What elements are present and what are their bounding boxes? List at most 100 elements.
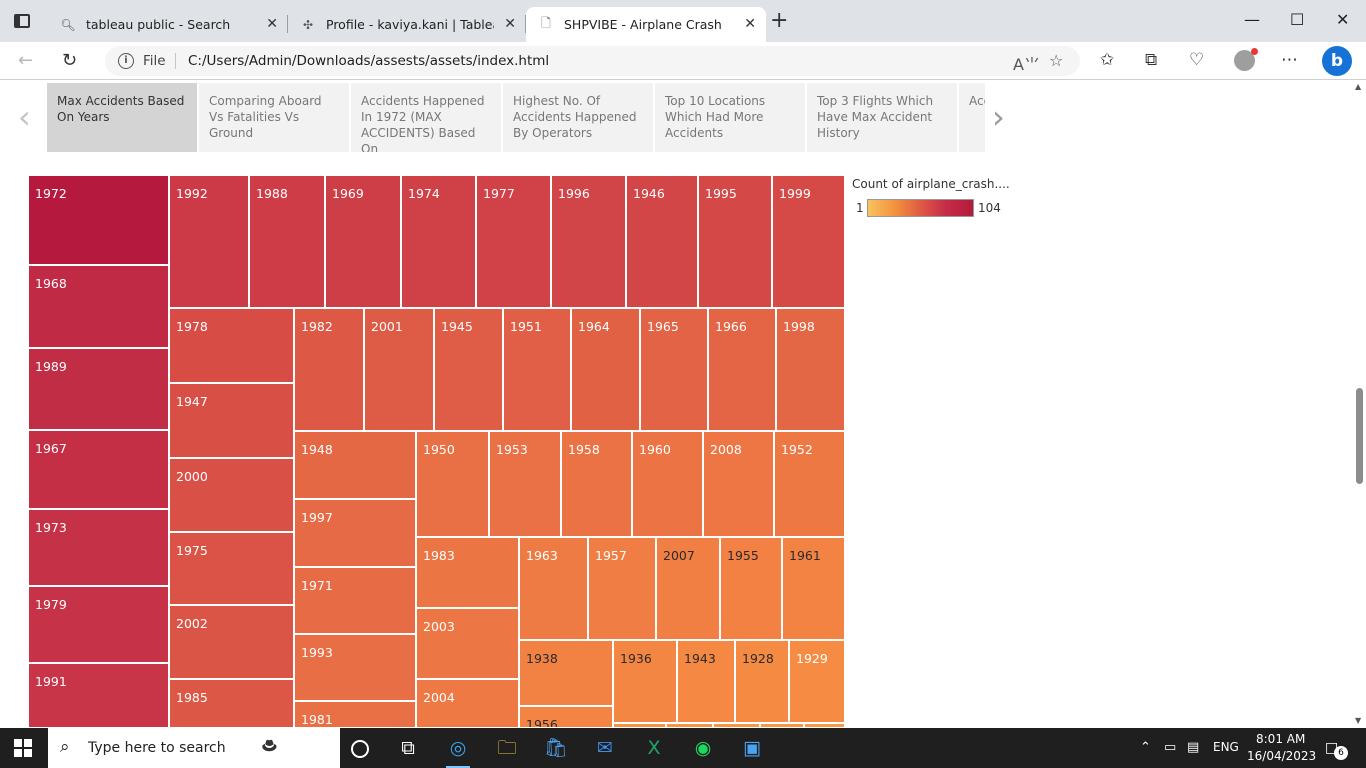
clock-date[interactable]: 16/04/2023 (1247, 749, 1316, 763)
treemap-cell-1961[interactable]: 1961 (782, 537, 845, 640)
profile-avatar[interactable] (1234, 48, 1258, 71)
treemap-cell-2003[interactable]: 2003 (416, 608, 519, 679)
story-point-2[interactable]: Comparing Aboard Vs Fatalities Vs Ground (199, 83, 349, 152)
treemap-cell-1985[interactable]: 1985 (169, 679, 294, 727)
treemap-cell-2002[interactable]: 2002 (169, 605, 294, 679)
treemap-cell-1960[interactable]: 1960 (632, 431, 703, 537)
new-tab-button[interactable]: + (770, 10, 788, 32)
tray-chevron-icon[interactable]: ⌃ (1140, 740, 1151, 755)
treemap-cell-2007[interactable]: 2007 (656, 537, 720, 640)
treemap-cell-1993[interactable]: 1993 (294, 634, 416, 701)
treemap-cell-1958[interactable]: 1958 (561, 431, 632, 537)
treemap-cell-1998[interactable]: 1998 (776, 308, 845, 431)
info-icon[interactable]: i (118, 53, 134, 69)
treemap-cell-1999[interactable]: 1999 (772, 175, 845, 308)
scroll-up-icon[interactable]: ▲ (1355, 82, 1361, 91)
story-point-5[interactable]: Top 10 Locations Which Had More Accident… (655, 83, 805, 152)
treemap-cell-1983[interactable]: 1983 (416, 537, 519, 608)
more-menu-icon[interactable]: ⋯ (1281, 50, 1298, 70)
address-bar[interactable]: i File C:/Users/Admin/Downloads/assests/… (105, 46, 1080, 76)
treemap-cell-1957[interactable]: 1957 (588, 537, 656, 640)
browser-tab-profile[interactable]: ✣ Profile - kaviya.kani | Tableau Pub ✕ (288, 7, 526, 42)
story-point-7[interactable]: Accidents Regarding (959, 83, 985, 152)
treemap-cell-1977[interactable]: 1977 (476, 175, 551, 308)
treemap-cell[interactable] (713, 723, 760, 727)
treemap-cell-1997[interactable]: 1997 (294, 499, 416, 567)
file-explorer-icon[interactable]: 🗀︎ (493, 734, 521, 762)
treemap-cell-1955[interactable]: 1955 (720, 537, 782, 640)
treemap-cell-1964[interactable]: 1964 (571, 308, 640, 431)
browser-tab-airplane-crash[interactable]: 🗋 SHPVIBE - Airplane Crash ✕ (526, 7, 766, 42)
treemap-cell-2004[interactable]: 2004 (416, 679, 519, 727)
treemap-cell[interactable] (666, 723, 713, 727)
back-icon[interactable]: ← (18, 50, 33, 71)
treemap-cell-1929[interactable]: 1929 (789, 640, 845, 723)
treemap-cell-1982[interactable]: 1982 (294, 308, 364, 431)
favorites-icon[interactable]: ✩ (1100, 50, 1114, 70)
treemap-cell-1945[interactable]: 1945 (434, 308, 503, 431)
treemap-cell-1965[interactable]: 1965 (640, 308, 708, 431)
treemap-cell-1988[interactable]: 1988 (249, 175, 325, 308)
treemap-cell-1966[interactable]: 1966 (708, 308, 776, 431)
treemap-cell-1943[interactable]: 1943 (677, 640, 735, 723)
treemap-cell-1973[interactable]: 1973 (28, 509, 169, 586)
treemap-cell-2000[interactable]: 2000 (169, 458, 294, 532)
story-prev-icon[interactable]: ‹ (18, 98, 31, 136)
treemap-cell[interactable] (613, 723, 666, 727)
treemap-cell[interactable] (804, 723, 845, 727)
treemap-cell-1971[interactable]: 1971 (294, 567, 416, 634)
task-view-icon[interactable]: ⧉ (394, 734, 422, 762)
treemap-cell[interactable] (760, 723, 804, 727)
treemap-cell-1992[interactable]: 1992 (169, 175, 249, 308)
treemap-cell-1963[interactable]: 1963 (519, 537, 588, 640)
page-scrollbar[interactable]: ▲ ▼ (1352, 80, 1366, 727)
clock-time[interactable]: 8:01 AM (1256, 732, 1305, 746)
treemap-cell-1979[interactable]: 1979 (28, 586, 169, 663)
treemap-cell-1981[interactable]: 1981 (294, 701, 416, 727)
collections-icon[interactable]: ⧉ (1145, 50, 1157, 70)
cortana-icon[interactable] (351, 740, 369, 758)
maximize-icon[interactable]: ☐ (1290, 10, 1304, 29)
story-point-4[interactable]: Highest No. Of Accidents Happened By Ope… (503, 83, 653, 152)
photos-icon[interactable]: ▣ (738, 734, 766, 762)
treemap-cell-1951[interactable]: 1951 (503, 308, 571, 431)
story-point-1[interactable]: Max Accidents Based On Years (47, 83, 197, 152)
treemap-cell-1995[interactable]: 1995 (698, 175, 772, 308)
treemap-cell-1972[interactable]: 1972 (28, 175, 169, 265)
story-point-3[interactable]: Accidents Happened In 1972 (MAX ACCIDENT… (351, 83, 501, 152)
treemap-cell-1952[interactable]: 1952 (774, 431, 845, 537)
read-aloud-icon[interactable]: A⺌ (1013, 51, 1040, 75)
treemap-cell-1928[interactable]: 1928 (735, 640, 789, 723)
treemap-cell-1968[interactable]: 1968 (28, 265, 169, 348)
url-text[interactable]: C:/Users/Admin/Downloads/assests/assets/… (188, 53, 549, 69)
treemap-cell-2001[interactable]: 2001 (364, 308, 434, 431)
close-icon[interactable]: ✕ (504, 16, 516, 32)
treemap-cell-1948[interactable]: 1948 (294, 431, 416, 499)
scroll-down-icon[interactable]: ▼ (1355, 716, 1361, 725)
treemap-cell-1975[interactable]: 1975 (169, 532, 294, 605)
treemap-cell-1991[interactable]: 1991 (28, 663, 169, 727)
excel-icon[interactable]: X (640, 734, 668, 762)
close-icon[interactable]: ✕ (266, 16, 278, 32)
refresh-icon[interactable]: ↻ (62, 50, 77, 71)
add-favorite-icon[interactable]: ☆ (1049, 51, 1063, 70)
treemap-cell-1969[interactable]: 1969 (325, 175, 401, 308)
close-icon[interactable]: ✕ (744, 16, 756, 32)
meet-now-icon[interactable]: ▭ (1164, 740, 1176, 755)
treemap-cell-1974[interactable]: 1974 (401, 175, 476, 308)
browser-tab-search[interactable]: 🔍︎ tableau public - Search ✕ (48, 7, 288, 42)
close-window-icon[interactable]: ✕ (1336, 10, 1349, 29)
mail-icon[interactable]: ✉ (591, 734, 619, 762)
windows-start-icon[interactable] (14, 739, 32, 757)
language-indicator[interactable]: ENG (1213, 740, 1239, 754)
minimize-icon[interactable]: — (1244, 10, 1260, 29)
treemap-cell-1956[interactable]: 1956 (519, 706, 613, 727)
treemap-cell-1989[interactable]: 1989 (28, 348, 169, 430)
treemap-cell-1978[interactable]: 1978 (169, 308, 294, 383)
treemap-cell-1946[interactable]: 1946 (626, 175, 698, 308)
tab-actions-icon[interactable] (14, 14, 30, 28)
treemap-cell-2008[interactable]: 2008 (703, 431, 774, 537)
bing-chat-icon[interactable]: b (1322, 46, 1352, 76)
treemap-cell-1938[interactable]: 1938 (519, 640, 613, 706)
treemap-cell-1950[interactable]: 1950 (416, 431, 489, 537)
